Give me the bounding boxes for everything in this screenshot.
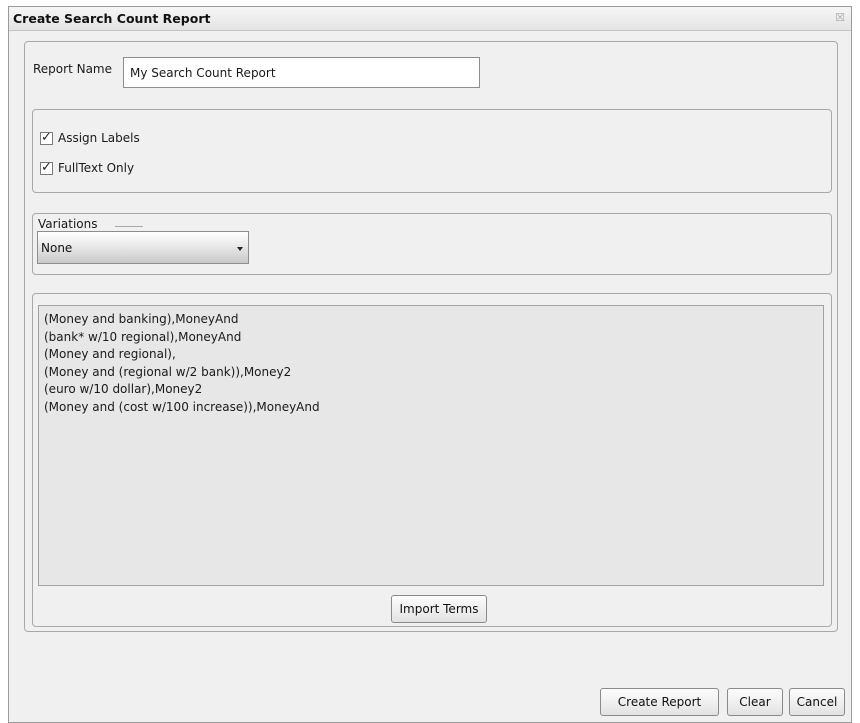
- variations-select[interactable]: None: [37, 231, 249, 264]
- search-term-line: (Money and (regional w/2 bank)),Money2: [44, 364, 292, 379]
- search-term-line: (euro w/10 dollar),Money2: [44, 382, 203, 397]
- create-report-button[interactable]: Create Report: [600, 688, 719, 716]
- variations-legend: Variations: [38, 217, 102, 231]
- fulltext-only-checkbox[interactable]: ✓: [40, 159, 53, 175]
- fulltext-only-option[interactable]: ✓ FullText Only: [40, 159, 135, 175]
- report-name-label: Report Name: [33, 62, 112, 76]
- assign-labels-checkbox[interactable]: ✓: [40, 129, 53, 145]
- checkmark-icon: ✓: [41, 129, 52, 145]
- terms-group: (Money and banking),MoneyAnd (bank* w/10…: [32, 293, 832, 627]
- variations-group: Variations None: [32, 213, 832, 275]
- dropdown-arrow-icon: [237, 247, 243, 251]
- create-search-count-report-dialog: Create Search Count Report ☒ Report Name…: [8, 6, 852, 723]
- search-term-line: (Money and (cost w/100 increase)),MoneyA…: [44, 399, 320, 414]
- legend-divider: [115, 226, 143, 227]
- search-term-line: (bank* w/10 regional),MoneyAnd: [44, 329, 242, 344]
- report-settings-panel: Report Name ✓ Assign Labels ✓ FullText O…: [24, 41, 838, 632]
- import-terms-button[interactable]: Import Terms: [391, 595, 487, 623]
- assign-labels-label: Assign Labels: [58, 131, 140, 145]
- fulltext-only-label: FullText Only: [58, 161, 135, 175]
- search-term-line: (Money and banking),MoneyAnd: [44, 312, 239, 326]
- clear-button[interactable]: Clear: [727, 688, 783, 716]
- search-terms-textarea[interactable]: (Money and banking),MoneyAnd (bank* w/10…: [38, 305, 824, 586]
- cancel-button[interactable]: Cancel: [789, 688, 845, 716]
- options-group: ✓ Assign Labels ✓ FullText Only: [32, 109, 832, 193]
- report-name-input[interactable]: [123, 57, 480, 88]
- search-term-line: (Money and regional),: [44, 347, 176, 362]
- variations-selected-value: None: [41, 241, 73, 255]
- checkmark-icon: ✓: [41, 159, 52, 175]
- dialog-title: Create Search Count Report: [13, 11, 211, 26]
- close-icon[interactable]: ☒: [833, 11, 847, 25]
- title-bar[interactable]: Create Search Count Report ☒: [9, 7, 851, 31]
- assign-labels-option[interactable]: ✓ Assign Labels: [40, 129, 140, 145]
